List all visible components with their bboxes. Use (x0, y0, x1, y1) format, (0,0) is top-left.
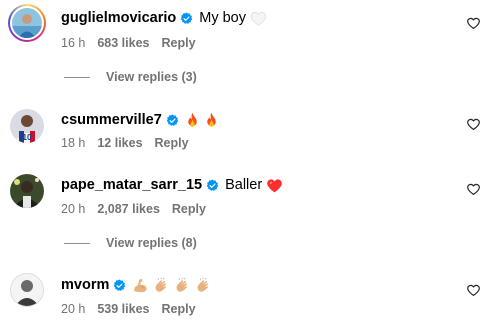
reply-button[interactable]: Reply (161, 302, 195, 316)
comment-timestamp: 18 h (61, 136, 86, 150)
comment-text: My boy (199, 10, 246, 26)
divider-line (64, 242, 90, 244)
comment-likes[interactable]: 2,087 likes (97, 202, 160, 216)
reply-button[interactable]: Reply (161, 36, 195, 50)
like-heart-icon[interactable] (467, 284, 480, 297)
flexed-biceps-icon (132, 277, 149, 294)
fire-icon (204, 112, 219, 129)
white-heart-icon (250, 11, 267, 26)
view-replies-button[interactable]: View replies (3) (64, 69, 197, 85)
avatar[interactable]: 10 (10, 109, 44, 143)
view-replies-label: View replies (8) (106, 236, 197, 250)
clapping-hands-icon (174, 277, 191, 294)
svg-text:10: 10 (23, 133, 32, 142)
comment-likes[interactable]: 539 likes (97, 302, 149, 316)
clapping-hands-icon (153, 277, 170, 294)
avatar[interactable] (10, 273, 44, 307)
comment-likes[interactable]: 12 likes (97, 136, 142, 150)
like-heart-icon[interactable] (467, 17, 480, 30)
comment-username[interactable]: mvorm (61, 277, 109, 293)
view-replies-label: View replies (3) (106, 70, 197, 84)
red-heart-icon (266, 178, 283, 193)
comment-timestamp: 20 h (61, 202, 86, 216)
like-heart-icon[interactable] (467, 183, 480, 196)
divider-line (64, 76, 90, 78)
verified-badge-icon (206, 179, 219, 192)
verified-badge-icon (166, 114, 179, 127)
avatar[interactable] (10, 174, 44, 208)
verified-badge-icon (180, 12, 193, 25)
comment-likes[interactable]: 683 likes (97, 36, 149, 50)
clapping-hands-icon (195, 277, 212, 294)
comment-timestamp: 16 h (61, 36, 86, 50)
comment-timestamp: 20 h (61, 302, 86, 316)
avatar[interactable] (8, 4, 46, 42)
comment-username[interactable]: guglielmovicario (61, 10, 176, 26)
reply-button[interactable]: Reply (172, 202, 206, 216)
reply-button[interactable]: Reply (155, 136, 189, 150)
comment-username[interactable]: pape_matar_sarr_15 (61, 177, 202, 193)
comment-username[interactable]: csummerville7 (61, 112, 162, 128)
fire-icon (185, 112, 200, 129)
comment-text: Baller (225, 177, 263, 193)
verified-badge-icon (113, 279, 126, 292)
like-heart-icon[interactable] (467, 118, 480, 131)
view-replies-button[interactable]: View replies (8) (64, 235, 197, 251)
